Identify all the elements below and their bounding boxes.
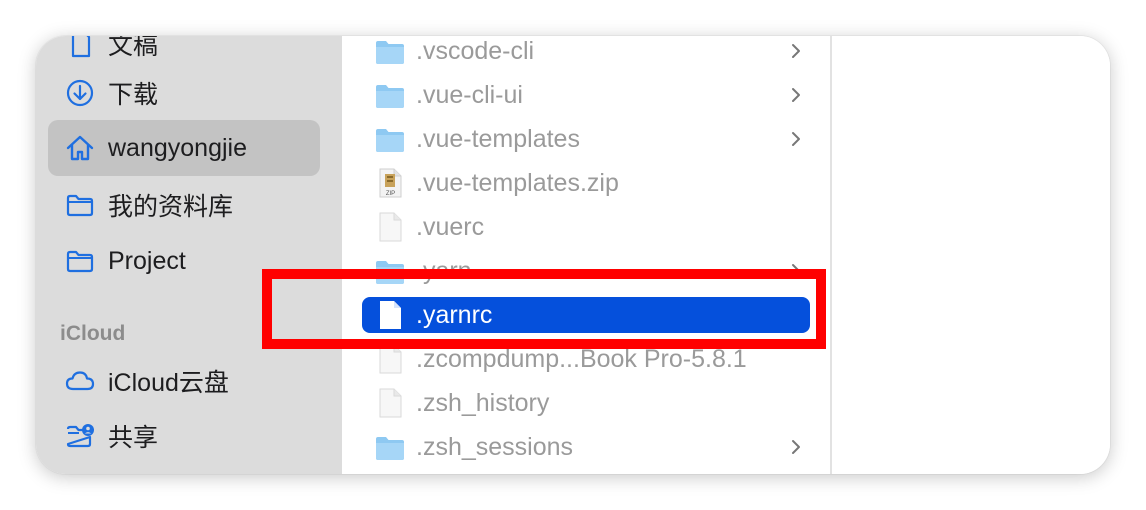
file-row[interactable]: .vue-templates — [362, 121, 810, 157]
chevron-right-icon — [788, 84, 804, 106]
file-row[interactable]: .vue-cli-ui — [362, 77, 810, 113]
file-row[interactable]: .vuerc — [362, 209, 810, 245]
sidebar-item-label: 文稿 — [108, 36, 159, 60]
folder-icon — [66, 194, 94, 217]
shared-folder-icon — [66, 424, 94, 448]
sidebar-item-label: 我的资料库 — [108, 193, 234, 221]
download-icon — [66, 79, 94, 107]
chevron-right-icon — [788, 40, 804, 62]
cloud-icon — [65, 371, 95, 391]
sidebar-item-home[interactable]: wangyongjie — [48, 120, 320, 176]
folder-icon — [66, 250, 94, 273]
file-name: .vscode-cli — [416, 37, 535, 65]
file-column: .vscode-cli .vue-cli-ui .vue-templates ZIP.… — [342, 36, 830, 474]
sidebar: 文稿 下载 wangyongjie 我的资料库 Project iCloud i… — [36, 36, 343, 474]
folder-icon — [374, 432, 406, 462]
annotation-highlight-box — [262, 269, 826, 349]
sidebar-item-shared[interactable]: 共享 — [48, 408, 320, 464]
file-row[interactable]: .zsh_sessions — [362, 429, 810, 465]
file-row[interactable]: .zsh_history — [362, 385, 810, 421]
sidebar-item-label: 共享 — [108, 424, 159, 452]
file-name: .zsh_history — [416, 389, 550, 417]
sidebar-item-label: wangyongjie — [108, 133, 247, 162]
zip-file-icon: ZIP — [374, 168, 406, 198]
folder-icon — [374, 124, 406, 154]
sidebar-item-label: iCloud云盘 — [108, 369, 229, 397]
document-file-icon — [374, 388, 406, 418]
home-icon — [66, 135, 94, 161]
chevron-right-icon — [788, 128, 804, 150]
file-row[interactable]: ZIP .vue-templates.zip — [362, 165, 810, 201]
sidebar-item-downloads[interactable]: 下载 — [48, 65, 320, 121]
file-name: .zsh_sessions — [416, 433, 574, 461]
chevron-right-icon — [788, 436, 804, 458]
folder-icon — [374, 36, 406, 66]
file-row[interactable]: .vscode-cli — [362, 36, 810, 69]
preview-column — [832, 36, 1110, 474]
document-file-icon — [374, 212, 406, 242]
sidebar-item-label: 下载 — [108, 81, 159, 109]
file-name: .vuerc — [416, 213, 485, 241]
sidebar-item-my-library[interactable]: 我的资料库 — [48, 177, 320, 233]
finder-window: 文稿 下载 wangyongjie 我的资料库 Project iCloud i… — [36, 36, 1110, 474]
sidebar-section-icloud: iCloud — [60, 322, 126, 345]
folder-icon — [374, 80, 406, 110]
file-name: .vue-cli-ui — [416, 81, 523, 109]
file-name: .vue-templates.zip — [416, 169, 619, 197]
svg-text:ZIP: ZIP — [386, 191, 395, 197]
sidebar-item-label: Project — [108, 246, 186, 275]
sidebar-item-icloud-drive[interactable]: iCloud云盘 — [48, 353, 320, 409]
document-icon — [71, 36, 91, 58]
file-name: .vue-templates — [416, 125, 580, 153]
